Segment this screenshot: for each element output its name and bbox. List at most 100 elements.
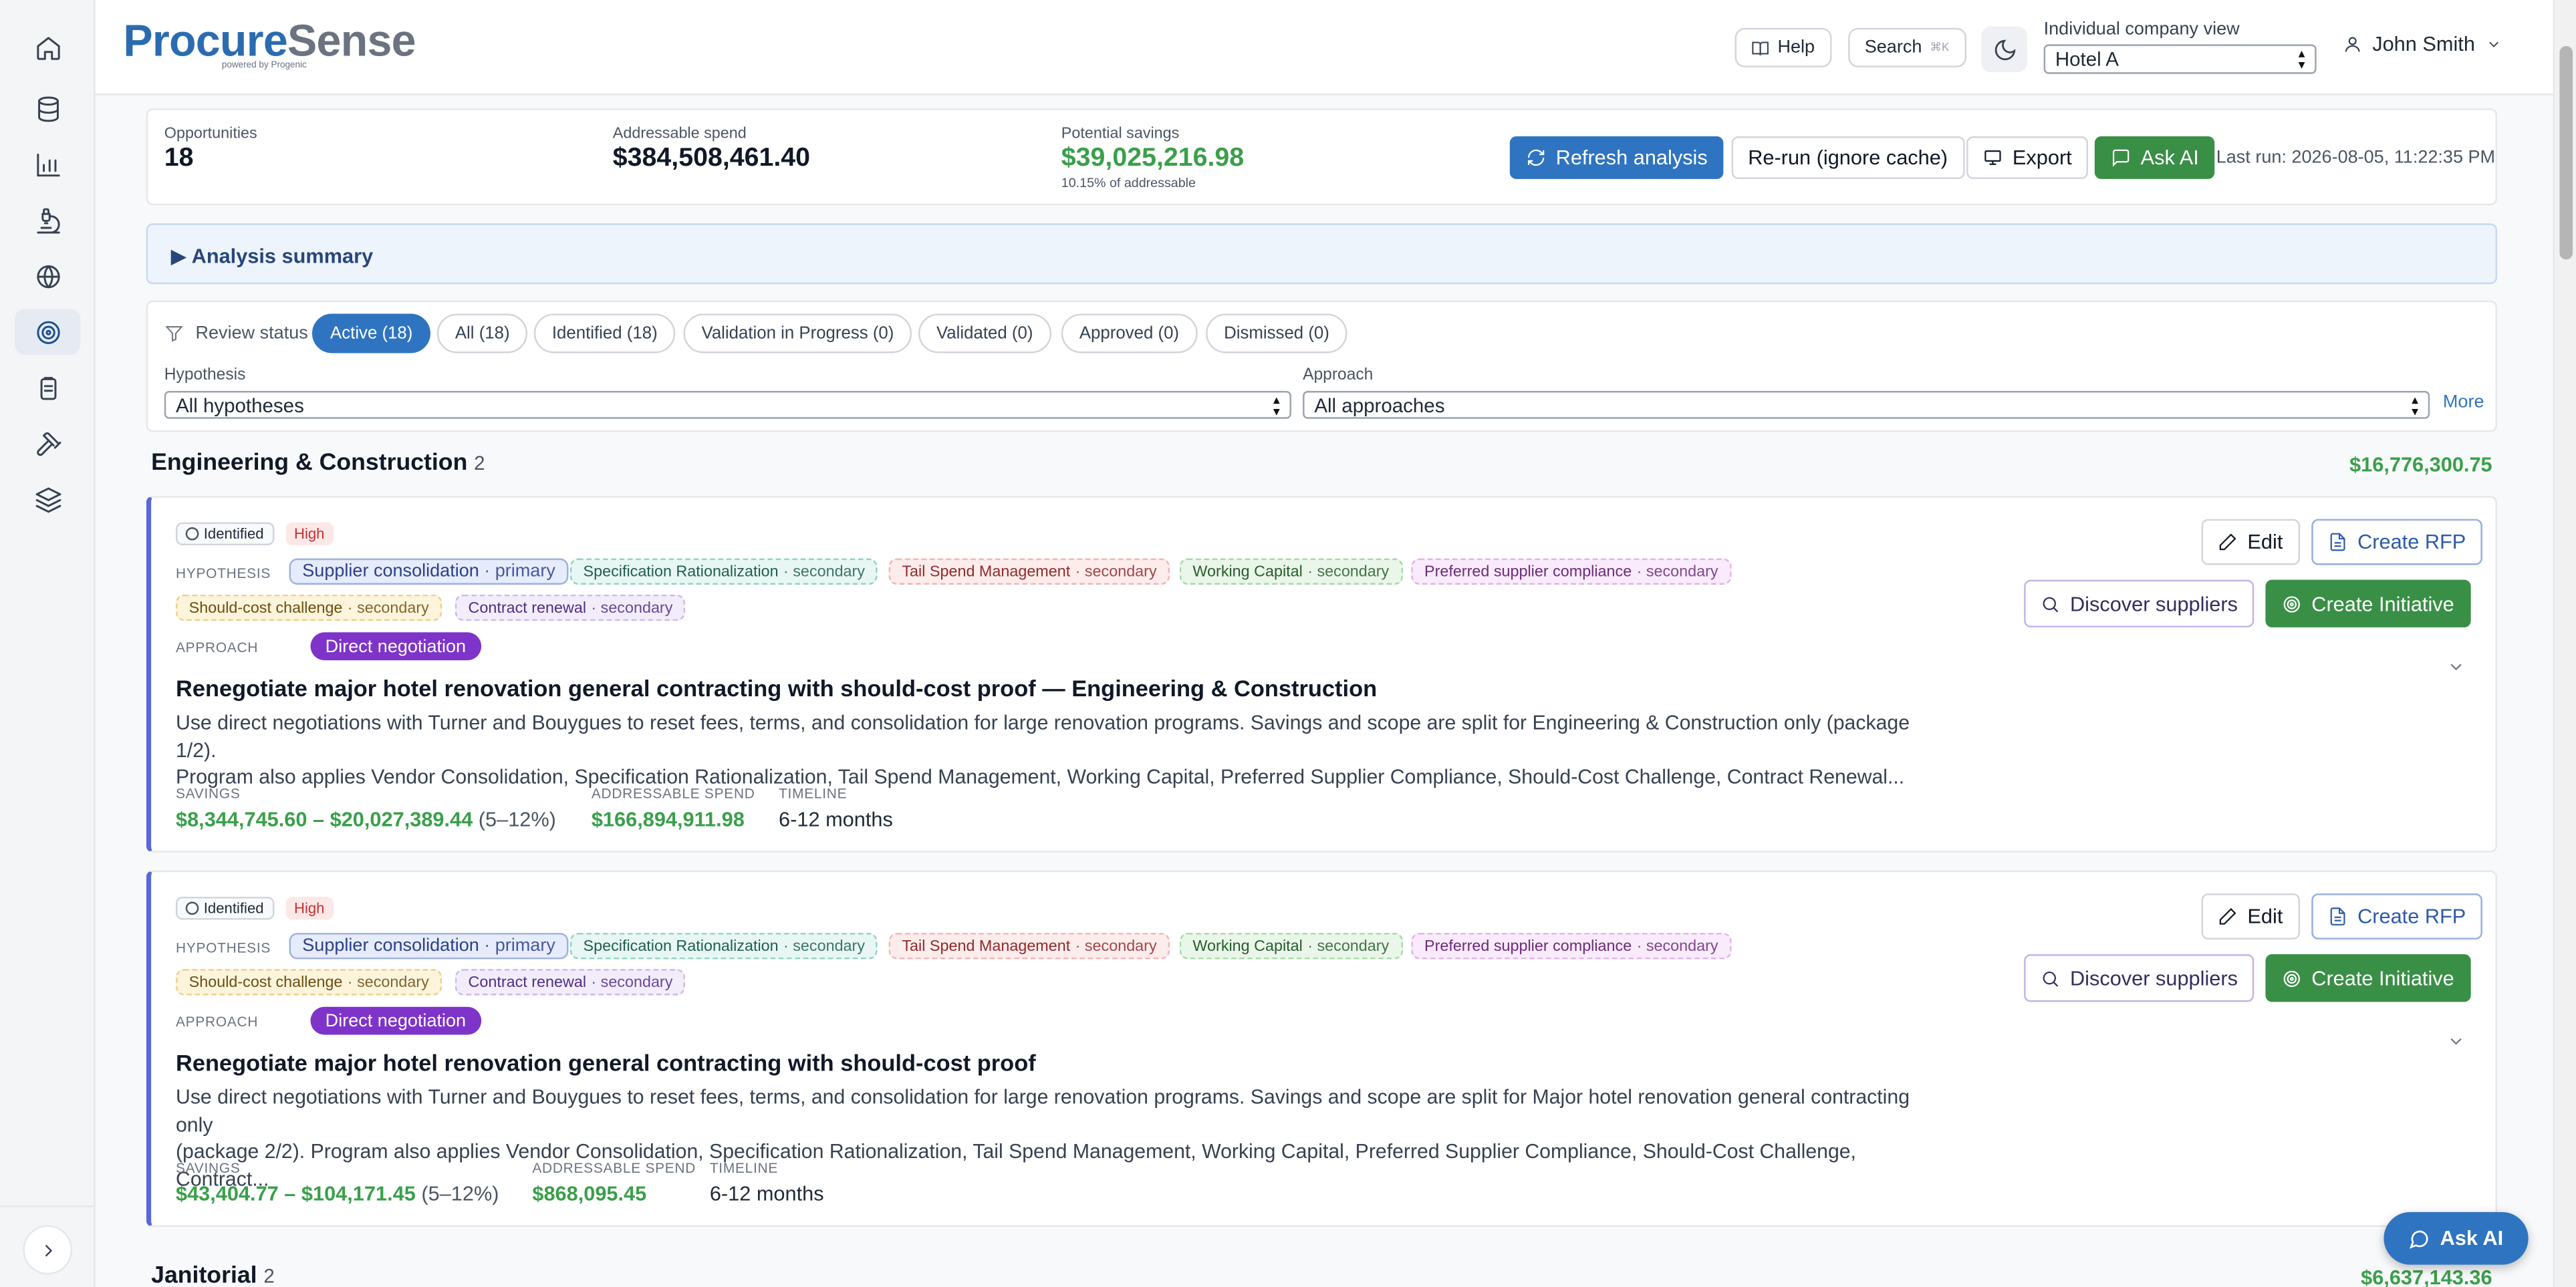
expand-card-button[interactable] — [2446, 1030, 2466, 1049]
tag-name: Specification Rationalization — [583, 937, 779, 956]
clipboard-icon — [39, 376, 56, 400]
filter-pill-active[interactable]: Active (18) — [312, 313, 431, 353]
opportunity-card[interactable]: Identified High HYPOTHESIS Supplier cons… — [146, 496, 2498, 853]
export-label: Export — [2012, 146, 2072, 170]
filter-pill-approved[interactable]: Approved (0) — [1061, 313, 1198, 353]
circle-icon — [185, 901, 199, 915]
priority-badge: High — [285, 522, 333, 546]
pencil-icon — [2219, 907, 2236, 925]
scrollbar-thumb[interactable] — [2559, 45, 2573, 260]
sidebar-item-analytics[interactable] — [15, 141, 80, 187]
approach-label: Approach — [1303, 366, 1374, 385]
create-rfp-button[interactable]: Create RFP — [2311, 893, 2482, 940]
addressable-label: ADDRESSABLE SPEND — [532, 1159, 696, 1176]
analysis-summary-toggle[interactable]: ▶ Analysis summary — [146, 223, 2498, 285]
filter-pill-validated[interactable]: Validated (0) — [918, 313, 1051, 353]
edit-button[interactable]: Edit — [2201, 519, 2299, 565]
company-view-label: Individual company view — [2043, 19, 2240, 39]
discover-suppliers-button[interactable]: Discover suppliers — [2024, 579, 2255, 627]
hypothesis-tag: Supplier consolidation · primary — [289, 933, 569, 960]
sidebar-expand-button[interactable] — [23, 1225, 73, 1275]
opportunities-label: Opportunities — [164, 124, 257, 143]
user-menu[interactable]: John Smith — [2343, 33, 2501, 56]
company-view-select[interactable]: Hotel A ▴ ▾ — [2043, 44, 2317, 74]
sidebar-item-home[interactable] — [15, 25, 80, 71]
database-icon — [37, 96, 58, 122]
floating-ask-ai-button[interactable]: Ask AI — [2384, 1211, 2529, 1265]
timeline-value: 6-12 months — [779, 808, 893, 831]
hypothesis-tag: Should-cost challenge · secondary — [175, 594, 442, 621]
expand-card-button[interactable] — [2446, 656, 2466, 675]
opportunity-card[interactable]: Identified High HYPOTHESIS Supplier cons… — [146, 870, 2498, 1228]
rerun-button[interactable]: Re-run (ignore cache) — [1731, 136, 1964, 179]
tag-role: · primary — [484, 936, 555, 956]
opportunity-title[interactable]: Renegotiate major hotel renovation gener… — [176, 675, 1377, 701]
hypothesis-select[interactable]: All hypotheses ▴ ▾ — [164, 390, 1291, 419]
edit-button[interactable]: Edit — [2201, 893, 2299, 940]
savings-range: $43,404.77 – $104,171.45 (5–12%) — [176, 1183, 499, 1205]
tag-name: Preferred supplier compliance — [1424, 562, 1632, 581]
group-title: Engineering & Construction 2 — [151, 450, 485, 476]
target-icon — [2283, 595, 2300, 612]
search-button[interactable]: Search ⌘K — [1848, 27, 1966, 67]
savings-pct: (5–12%) — [421, 1182, 499, 1206]
create-rfp-label: Create RFP — [2357, 905, 2466, 928]
create-rfp-button[interactable]: Create RFP — [2311, 519, 2482, 565]
export-button[interactable]: Export — [1966, 136, 2089, 179]
target-icon — [2283, 970, 2300, 986]
sidebar-item-data[interactable] — [15, 86, 80, 132]
hypothesis-tag: Preferred supplier compliance · secondary — [1411, 558, 1732, 585]
filter-pill-validation[interactable]: Validation in Progress (0) — [683, 313, 912, 353]
page-scrollbar[interactable] — [2553, 0, 2576, 1287]
filter-icon — [165, 326, 183, 342]
logo-tagline: powered by Progenic — [221, 60, 307, 71]
approach-select[interactable]: All approaches ▴ ▾ — [1303, 390, 2430, 419]
select-arrows-icon: ▴ ▾ — [2412, 392, 2419, 418]
ask-ai-label: Ask AI — [2140, 146, 2199, 170]
tag-role: · secondary — [1636, 937, 1718, 956]
top-header: ProcureSense powered by Progenic Help Se… — [95, 0, 2553, 96]
hypothesis-value: All hypotheses — [175, 393, 304, 417]
create-initiative-button[interactable]: Create Initiative — [2265, 579, 2471, 627]
sidebar-item-contracts[interactable] — [15, 365, 80, 411]
home-icon — [36, 36, 59, 59]
more-filters-link[interactable]: More — [2443, 392, 2484, 412]
sidebar-item-opportunities[interactable] — [15, 309, 81, 355]
filter-pill-identified[interactable]: Identified (18) — [533, 313, 676, 353]
sidebar-item-layers[interactable] — [15, 476, 80, 523]
search-icon — [2043, 596, 2059, 612]
opportunity-title[interactable]: Renegotiate major hotel renovation gener… — [176, 1050, 1036, 1076]
sidebar-item-tools[interactable] — [15, 420, 80, 466]
savings-label: Potential savings — [1061, 124, 1180, 143]
addressable-label: ADDRESSABLE SPEND — [591, 784, 755, 802]
sidebar-divider — [0, 1205, 96, 1207]
theme-toggle-button[interactable] — [1981, 26, 2028, 73]
savings-label: SAVINGS — [175, 784, 241, 802]
create-rfp-label: Create RFP — [2357, 530, 2466, 554]
app-logo[interactable]: ProcureSense — [123, 17, 416, 66]
refresh-analysis-button[interactable]: Refresh analysis — [1509, 136, 1724, 179]
filter-pill-dismissed[interactable]: Dismissed (0) — [1206, 313, 1347, 353]
help-button[interactable]: Help — [1734, 27, 1831, 67]
last-run-text: Last run: 2026-08-05, 11:22:35 PM — [2216, 148, 2496, 168]
message-icon — [2112, 149, 2130, 167]
hypothesis-tag: Preferred supplier compliance · secondary — [1411, 933, 1732, 960]
search-label: Search — [1864, 37, 1922, 58]
hypothesis-tag: Specification Rationalization · secondary — [569, 933, 878, 960]
review-status-text: Review status — [195, 323, 308, 343]
sidebar-item-global[interactable] — [15, 253, 80, 299]
create-initiative-button[interactable]: Create Initiative — [2265, 954, 2471, 1002]
sidebar-item-research[interactable] — [15, 197, 80, 243]
circle-icon — [185, 527, 199, 541]
addressable-value: $384,508,461.40 — [612, 144, 811, 173]
discover-suppliers-button[interactable]: Discover suppliers — [2024, 954, 2255, 1002]
timeline-label: TIMELINE — [779, 784, 848, 802]
stats-bar: Opportunities 18 Addressable spend $384,… — [146, 108, 2498, 206]
tag-name: Specification Rationalization — [583, 562, 779, 581]
description-line: Program also applies Vendor Consolidatio… — [175, 765, 1905, 789]
opportunity-description: Use direct negotiations with Turner and … — [176, 710, 1950, 791]
filter-pill-all[interactable]: All (18) — [436, 313, 528, 353]
file-icon — [2330, 907, 2345, 925]
ask-ai-button[interactable]: Ask AI — [2094, 136, 2216, 179]
hypothesis-tag: Supplier consolidation · primary — [289, 558, 569, 585]
